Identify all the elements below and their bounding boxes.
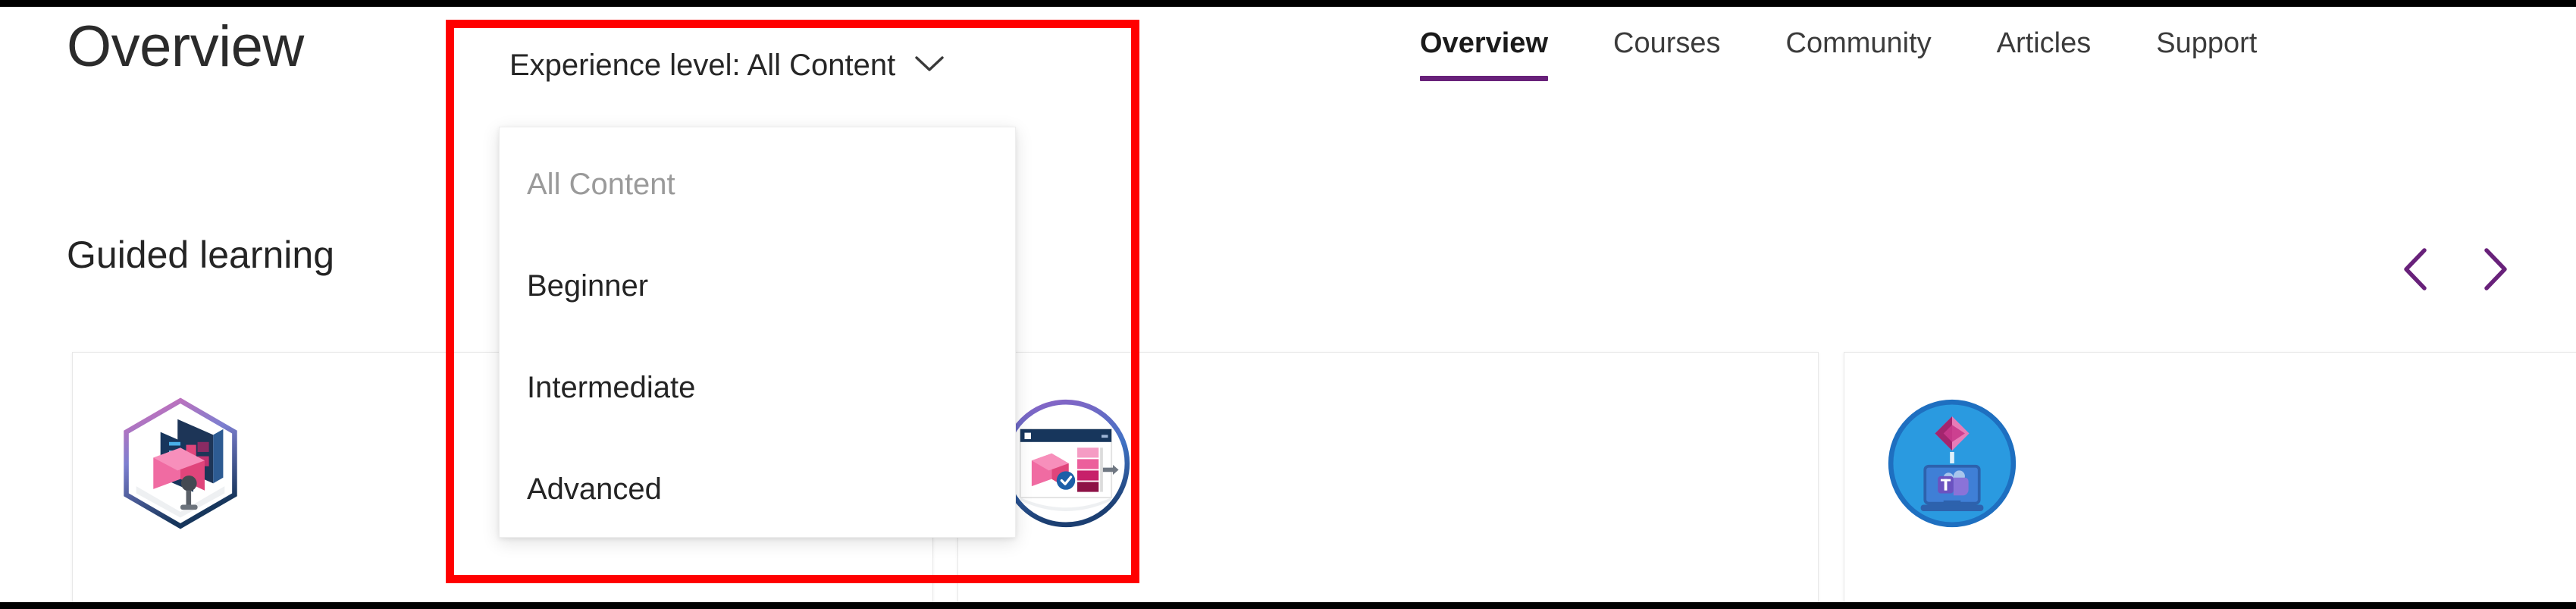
hexagon-badge-dataverse-icon — [109, 392, 252, 535]
carousel-controls — [2393, 246, 2518, 293]
guided-learning-card-row — [0, 352, 2576, 602]
dropdown-option-label: Advanced — [527, 472, 662, 506]
chevron-left-icon — [2399, 246, 2433, 293]
circle-badge-power-apps-teams-icon — [1881, 392, 2023, 535]
app-screen: Overview Overview Courses Community Arti… — [0, 0, 2576, 609]
dropdown-option-label: Intermediate — [527, 370, 696, 404]
dropdown-option-intermediate[interactable]: Intermediate — [500, 337, 1015, 438]
nav-item-label: Overview — [1420, 27, 1548, 59]
top-navigation: Overview Courses Community Articles Supp… — [1387, 22, 2289, 81]
carousel-previous-button[interactable] — [2393, 246, 2440, 293]
nav-item-courses[interactable]: Courses — [1581, 22, 1753, 64]
nav-item-label: Community — [1785, 27, 1932, 59]
nav-item-label: Articles — [1996, 27, 2092, 59]
nav-item-label: Courses — [1613, 27, 1721, 59]
dropdown-option-label: All Content — [527, 167, 675, 201]
guided-learning-card[interactable] — [957, 352, 1819, 602]
dropdown-option-beginner[interactable]: Beginner — [500, 235, 1015, 337]
page-title: Overview — [67, 14, 304, 79]
experience-level-dropdown-label: Experience level: All Content — [509, 49, 896, 82]
experience-level-dropdown-menu: All Content Beginner Intermediate Advanc… — [499, 127, 1016, 538]
nav-item-overview[interactable]: Overview — [1387, 22, 1581, 81]
nav-item-community[interactable]: Community — [1753, 22, 1964, 64]
nav-item-label: Support — [2156, 27, 2258, 59]
guided-learning-card[interactable] — [1844, 352, 2576, 602]
dropdown-option-all-content[interactable]: All Content — [500, 133, 1015, 235]
experience-level-dropdown-trigger[interactable]: Experience level: All Content — [509, 49, 947, 83]
nav-item-support[interactable]: Support — [2123, 22, 2289, 64]
chevron-down-icon — [912, 49, 947, 83]
circle-badge-model-driven-app-icon — [995, 392, 1137, 535]
carousel-next-button[interactable] — [2471, 246, 2518, 293]
nav-active-underline — [1420, 76, 1548, 81]
section-heading-guided-learning: Guided learning — [67, 234, 335, 276]
dropdown-option-label: Beginner — [527, 268, 649, 303]
nav-item-articles[interactable]: Articles — [1964, 22, 2124, 64]
dropdown-option-advanced[interactable]: Advanced — [500, 438, 1015, 540]
chevron-right-icon — [2477, 246, 2512, 293]
